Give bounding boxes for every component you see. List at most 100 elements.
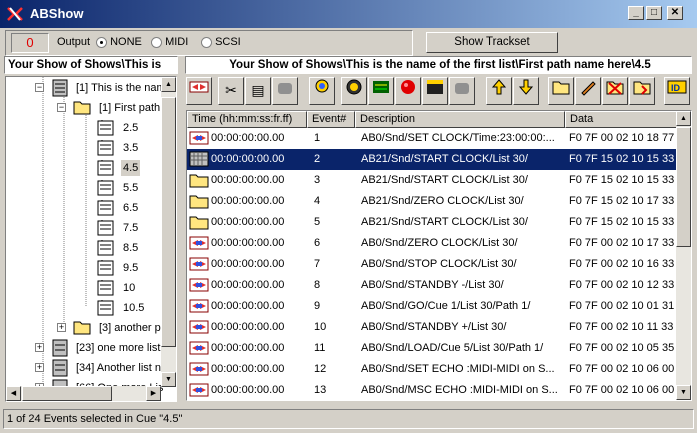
move-up-button[interactable] bbox=[486, 77, 512, 105]
close-button[interactable]: ✕ bbox=[667, 6, 683, 20]
tree-cue[interactable]: 6.5 bbox=[121, 200, 140, 216]
delete-button[interactable] bbox=[602, 77, 628, 105]
collapse-path1-icon[interactable]: − bbox=[57, 103, 66, 112]
cell-data: F0 7F 15 02 10 15 33 3 bbox=[569, 216, 679, 228]
tree-list-34[interactable]: [34] Another list n bbox=[76, 360, 161, 376]
events-grid[interactable]: Time (hh:mm:ss:fr.ff) Event# Description… bbox=[186, 110, 692, 401]
scroll-right-icon[interactable]: ▶ bbox=[146, 386, 161, 401]
collapse-list1-icon[interactable]: − bbox=[35, 83, 44, 92]
table-row[interactable]: 00:00:00:00.00 5 AB21/Snd/START CLOCK/List… bbox=[187, 212, 679, 233]
cell-event: 6 bbox=[314, 237, 321, 249]
table-row[interactable]: 00:00:00:00.00 1 AB0/Snd/SET CLOCK/Time:23… bbox=[187, 128, 679, 149]
show-trackset-button[interactable]: Show Trackset bbox=[426, 32, 558, 53]
grid-scroll-up-icon[interactable]: ▲ bbox=[676, 111, 691, 126]
maximize-button[interactable]: □ bbox=[646, 6, 662, 20]
table-row[interactable]: 00:00:00:00.00 9 AB0/Snd/GO/Cue 1/List 30/… bbox=[187, 296, 679, 317]
table-row[interactable]: 00:00:00:00.00 12 AB0/Snd/SET ECHO :MIDI-M… bbox=[187, 359, 679, 380]
minimize-button[interactable]: _ bbox=[628, 6, 644, 20]
grid-event-icon bbox=[189, 151, 209, 167]
output-radio-midi[interactable]: MIDI bbox=[151, 36, 188, 48]
move-down-button[interactable] bbox=[513, 77, 539, 105]
tree-cue[interactable]: 10 bbox=[121, 280, 137, 296]
output-radio-none[interactable]: NONE bbox=[96, 36, 142, 48]
find-button[interactable] bbox=[309, 77, 335, 105]
tree-path-3[interactable]: [3] another p bbox=[99, 320, 161, 336]
cue-icon bbox=[97, 160, 114, 176]
tree-cue[interactable]: 4.5 bbox=[121, 160, 141, 176]
tree-cue[interactable]: 8.5 bbox=[121, 240, 140, 256]
folder-event-icon bbox=[189, 216, 209, 230]
table-row[interactable]: 00:00:00:00.00 10 AB0/Snd/STANDBY +/List 3… bbox=[187, 317, 679, 338]
expand-path3-icon[interactable]: + bbox=[57, 323, 66, 332]
show-tree[interactable]: − [1] This is the nam − [1] First path 2… bbox=[5, 76, 177, 402]
col-header-event[interactable]: Event# bbox=[307, 111, 355, 128]
cell-time: 00:00:00:00.00 bbox=[211, 237, 285, 249]
table-row[interactable]: 00:00:00:00.00 3 AB21/Snd/START CLOCK/List… bbox=[187, 170, 679, 191]
table-row[interactable]: 00:00:00:00.00 11 AB0/Snd/LOAD/Cue 5/List … bbox=[187, 338, 679, 359]
grid-scroll-thumb[interactable] bbox=[676, 127, 691, 247]
table-row[interactable]: 00:00:00:00.00 7 AB0/Snd/STOP CLOCK/List 3… bbox=[187, 254, 679, 275]
table-row[interactable]: 00:00:00:00.00 8 AB0/Snd/STANDBY -/List 30… bbox=[187, 275, 679, 296]
cell-desc: AB0/Snd/STANDBY -/List 30/ bbox=[361, 279, 504, 291]
midi-tool-button[interactable] bbox=[186, 77, 212, 105]
cue-icon bbox=[97, 200, 114, 216]
scroll-left-icon[interactable]: ◀ bbox=[6, 386, 21, 401]
cue-icon bbox=[97, 180, 114, 196]
cut-button[interactable]: ✂ bbox=[218, 77, 244, 105]
tree-cue[interactable]: 9.5 bbox=[121, 260, 140, 276]
cell-event: 1 bbox=[314, 132, 321, 144]
disabled-tool-button[interactable] bbox=[449, 77, 475, 105]
midi-event-icon bbox=[189, 320, 209, 334]
tree-hscroll[interactable]: ◀ ▶ bbox=[6, 386, 161, 401]
table-row[interactable]: 00:00:00:00.00 13 AB0/Snd/MSC ECHO :MIDI-M… bbox=[187, 380, 679, 400]
scroll-down-icon[interactable]: ▼ bbox=[161, 372, 176, 387]
col-header-description[interactable]: Description bbox=[355, 111, 565, 128]
cell-desc: AB0/Snd/LOAD/Cue 5/List 30/Path 1/ bbox=[361, 342, 544, 354]
edit-button[interactable] bbox=[575, 77, 601, 105]
expand-list34-icon[interactable]: + bbox=[35, 363, 44, 372]
new-folder-button[interactable] bbox=[548, 77, 574, 105]
import-icon bbox=[633, 81, 651, 95]
cell-data: F0 7F 00 02 10 17 33 3 bbox=[569, 237, 679, 249]
output-radio-scsi[interactable]: SCSI bbox=[201, 36, 241, 48]
cell-event: 9 bbox=[314, 300, 321, 312]
record-button[interactable] bbox=[395, 77, 421, 105]
scroll-thumb[interactable] bbox=[161, 97, 176, 347]
cell-desc: AB0/Snd/STOP CLOCK/List 30/ bbox=[361, 258, 517, 270]
grid-scroll-down-icon[interactable]: ▼ bbox=[676, 385, 691, 400]
tree-cue[interactable]: 7.5 bbox=[121, 220, 140, 236]
tree-vscroll[interactable]: ▲ ▼ bbox=[161, 77, 176, 387]
tree-cue[interactable]: 2.5 bbox=[121, 120, 140, 136]
scroll-up-icon[interactable]: ▲ bbox=[161, 77, 176, 92]
status-bar: 1 of 24 Events selected in Cue "4.5" bbox=[3, 409, 694, 429]
table-row[interactable]: 00:00:00:00.00 4 AB21/Snd/ZERO CLOCK/List … bbox=[187, 191, 679, 212]
import-button[interactable] bbox=[629, 77, 655, 105]
cell-event: 8 bbox=[314, 279, 321, 291]
paste-button[interactable] bbox=[272, 77, 298, 105]
tree-cue[interactable]: 3.5 bbox=[121, 140, 140, 156]
hscroll-thumb[interactable] bbox=[22, 386, 112, 401]
copy-button[interactable]: ▤ bbox=[245, 77, 271, 105]
table-row[interactable]: 00:00:00:00.00 6 AB0/Snd/ZERO CLOCK/List 3… bbox=[187, 233, 679, 254]
tree-cue[interactable]: 10.5 bbox=[121, 300, 146, 316]
cell-event: 13 bbox=[314, 384, 327, 396]
col-header-data[interactable]: Data bbox=[565, 111, 677, 128]
clapper-button[interactable] bbox=[422, 77, 448, 105]
tree-list-1[interactable]: [1] This is the nam bbox=[76, 80, 166, 96]
cue-icon bbox=[97, 300, 114, 316]
splitter[interactable] bbox=[180, 76, 183, 402]
clock-button[interactable] bbox=[341, 77, 367, 105]
col-header-time[interactable]: Time (hh:mm:ss:fr.ff) bbox=[187, 111, 307, 128]
tree-cue[interactable]: 5.5 bbox=[121, 180, 140, 196]
tree-path-1[interactable]: [1] First path bbox=[99, 100, 160, 116]
expand-list23-icon[interactable]: + bbox=[35, 343, 44, 352]
table-row[interactable]: 00:00:00:00.00 2 AB21/Snd/START CLOCK/List… bbox=[187, 149, 679, 170]
id-button[interactable]: ID bbox=[664, 77, 690, 105]
cell-desc: AB0/Snd/MSC ECHO :MIDI-MIDI on S... bbox=[361, 384, 558, 396]
record-icon bbox=[401, 80, 415, 94]
grid-vscroll[interactable]: ▲ ▼ bbox=[676, 111, 691, 400]
meter-button[interactable] bbox=[368, 77, 394, 105]
cell-time: 00:00:00:00.00 bbox=[211, 384, 285, 396]
tree-list-23[interactable]: [23] one more list bbox=[76, 340, 160, 356]
cell-event: 10 bbox=[314, 321, 327, 333]
